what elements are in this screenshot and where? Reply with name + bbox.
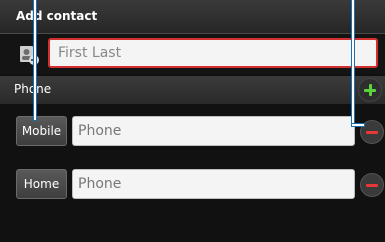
page-title: Add contact xyxy=(16,9,98,23)
phone-input-home[interactable] xyxy=(72,169,355,199)
callout-line-right-hook xyxy=(352,124,364,126)
remove-phone-button-home[interactable] xyxy=(360,173,384,197)
phone-input-mobile[interactable] xyxy=(72,116,355,146)
phone-row: Mobile xyxy=(0,116,385,152)
callout-line-right xyxy=(352,0,354,126)
phone-entries: Mobile Home xyxy=(0,105,385,242)
title-bar: Add contact xyxy=(0,0,385,34)
phone-type-button-home[interactable]: Home xyxy=(16,169,67,199)
name-row xyxy=(0,34,385,74)
phone-section-header: Phone xyxy=(0,76,385,104)
callout-line-left xyxy=(34,0,36,120)
name-input[interactable] xyxy=(48,38,378,68)
phone-section-label: Phone xyxy=(14,82,52,96)
phone-row: Home xyxy=(0,169,385,205)
phone-type-button-mobile[interactable]: Mobile xyxy=(16,116,67,146)
add-phone-button[interactable] xyxy=(358,78,382,102)
add-contact-icon[interactable] xyxy=(18,44,40,66)
